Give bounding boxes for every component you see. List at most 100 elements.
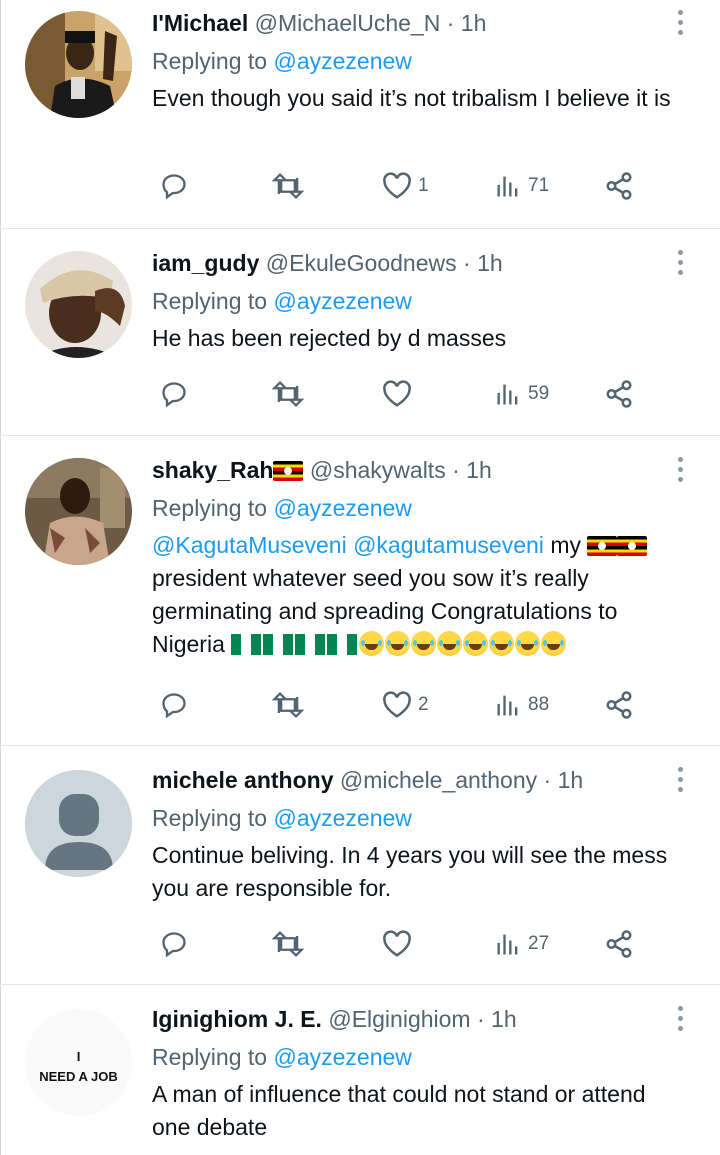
tweet-actions: 27	[152, 926, 642, 962]
like-icon	[383, 380, 411, 407]
timestamp[interactable]: 1h	[558, 767, 584, 793]
tweet-text-my: my	[550, 532, 581, 558]
like-icon	[383, 691, 411, 718]
user-handle[interactable]: @MichaelUche_N	[255, 10, 441, 36]
views-button[interactable]: 27	[494, 926, 549, 962]
replying-label: Replying to	[152, 48, 268, 74]
more-icon[interactable]	[670, 457, 690, 487]
replying-to: Replying to @ayzezenew	[152, 493, 680, 523]
like-button[interactable]: 1	[382, 168, 429, 204]
like-icon	[383, 930, 411, 957]
replying-mention[interactable]: @ayzezenew	[273, 805, 411, 831]
tweet-actions: 59	[152, 376, 642, 412]
share-button[interactable]	[604, 168, 634, 204]
tears-of-joy-icon	[385, 631, 411, 656]
timestamp[interactable]: 1h	[461, 10, 487, 36]
like-button[interactable]	[382, 926, 412, 962]
user-handle[interactable]: @shakywalts	[310, 457, 446, 483]
tweet-header: I'Michael @MichaelUche_N · 1h	[152, 8, 680, 38]
nigeria-flag-icon	[327, 634, 358, 655]
nigeria-flag-icon	[231, 634, 262, 655]
separator-dot: ·	[543, 767, 552, 793]
retweet-icon	[272, 380, 304, 408]
user-handle[interactable]: @michele_anthony	[340, 767, 537, 793]
replying-mention[interactable]: @ayzezenew	[273, 495, 411, 521]
view-count: 88	[528, 694, 550, 715]
avatar-text-line-1: I	[76, 1049, 81, 1064]
tweet-actions: 2 88	[152, 687, 642, 723]
uganda-flag-icon	[587, 536, 618, 556]
display-name[interactable]: michele anthony	[152, 767, 333, 793]
like-count: 2	[418, 694, 429, 715]
share-icon	[606, 930, 632, 958]
user-handle[interactable]: @EkuleGoodnews	[266, 250, 457, 276]
retweet-button[interactable]	[272, 376, 304, 412]
replying-to: Replying to @ayzezenew	[152, 1042, 680, 1072]
views-icon	[497, 934, 518, 955]
replying-mention[interactable]: @ayzezenew	[273, 1044, 411, 1070]
reply-icon	[162, 693, 186, 719]
avatar[interactable]	[25, 251, 132, 358]
more-icon[interactable]	[670, 767, 690, 797]
separator-dot: ·	[463, 250, 471, 276]
share-button[interactable]	[604, 926, 634, 962]
views-icon	[497, 695, 518, 716]
tweet-text: A man of influence that could not stand …	[152, 1081, 646, 1140]
tweet-reply[interactable]: I NEED A JOB Iginighiom J. E. @Elginighi…	[0, 985, 720, 1155]
replying-mention[interactable]: @ayzezenew	[273, 48, 411, 74]
views-button[interactable]: 59	[494, 376, 549, 412]
share-button[interactable]	[604, 376, 634, 412]
views-icon	[497, 176, 518, 197]
views-button[interactable]: 71	[494, 168, 549, 204]
views-icon	[497, 384, 518, 405]
like-button[interactable]: 2	[382, 687, 429, 723]
share-button[interactable]	[604, 687, 634, 723]
more-icon[interactable]	[670, 1006, 690, 1036]
tweet-mentions[interactable]: @KagutaMuseveni @kagutamuseveni	[152, 532, 544, 558]
view-count: 59	[528, 383, 550, 404]
view-count: 71	[528, 175, 550, 196]
tweet-reply[interactable]: iam_gudy @EkuleGoodnews · 1h Replying to…	[0, 229, 720, 435]
replying-label: Replying to	[152, 288, 268, 314]
tweet-reply[interactable]: shaky_Rah @shakywalts · 1h Replying to @…	[0, 436, 720, 745]
reply-button[interactable]	[160, 926, 188, 962]
display-name[interactable]: shaky_Rah	[152, 457, 273, 483]
timestamp[interactable]: 1h	[491, 1006, 517, 1032]
tears-of-joy-icon	[541, 631, 567, 656]
replying-label: Replying to	[152, 495, 268, 521]
tweet-header: Iginighiom J. E. @Elginighiom · 1h	[152, 1004, 680, 1034]
tears-of-joy-icon	[489, 631, 515, 656]
reply-button[interactable]	[160, 168, 188, 204]
replying-mention[interactable]: @ayzezenew	[273, 288, 411, 314]
reply-button[interactable]	[160, 687, 188, 723]
avatar[interactable]: I NEED A JOB	[25, 1009, 132, 1116]
retweet-button[interactable]	[272, 168, 304, 204]
avatar[interactable]	[25, 770, 132, 877]
reply-button[interactable]	[160, 376, 188, 412]
separator-dot: ·	[476, 1006, 485, 1032]
tears-of-joy-icon	[437, 631, 463, 656]
display-name[interactable]: Iginighiom J. E.	[152, 1006, 322, 1032]
avatar[interactable]	[25, 11, 132, 118]
timestamp[interactable]: 1h	[466, 457, 492, 483]
tears-of-joy-icon	[515, 631, 541, 656]
tweet-reply[interactable]: I'Michael @MichaelUche_N · 1h Replying t…	[0, 0, 720, 228]
retweet-button[interactable]	[272, 926, 304, 962]
tweet-header: michele anthony @michele_anthony · 1h	[152, 765, 680, 795]
user-handle[interactable]: @Elginighiom	[328, 1006, 470, 1032]
views-button[interactable]: 88	[494, 687, 549, 723]
share-icon	[606, 380, 632, 408]
retweet-button[interactable]	[272, 687, 304, 723]
tears-of-joy-icon	[463, 631, 489, 656]
timestamp[interactable]: 1h	[477, 250, 503, 276]
separator-dot: ·	[452, 457, 460, 483]
more-icon[interactable]	[670, 250, 690, 280]
default-avatar-icon	[25, 770, 132, 877]
display-name[interactable]: I'Michael	[152, 10, 248, 36]
more-icon[interactable]	[670, 10, 690, 40]
avatar[interactable]	[25, 458, 132, 565]
like-button[interactable]	[382, 376, 412, 412]
tweet-text: Even though you said it’s not tribalism …	[152, 85, 671, 111]
tweet-reply[interactable]: michele anthony @michele_anthony · 1h Re…	[0, 746, 720, 984]
display-name[interactable]: iam_gudy	[152, 250, 259, 276]
